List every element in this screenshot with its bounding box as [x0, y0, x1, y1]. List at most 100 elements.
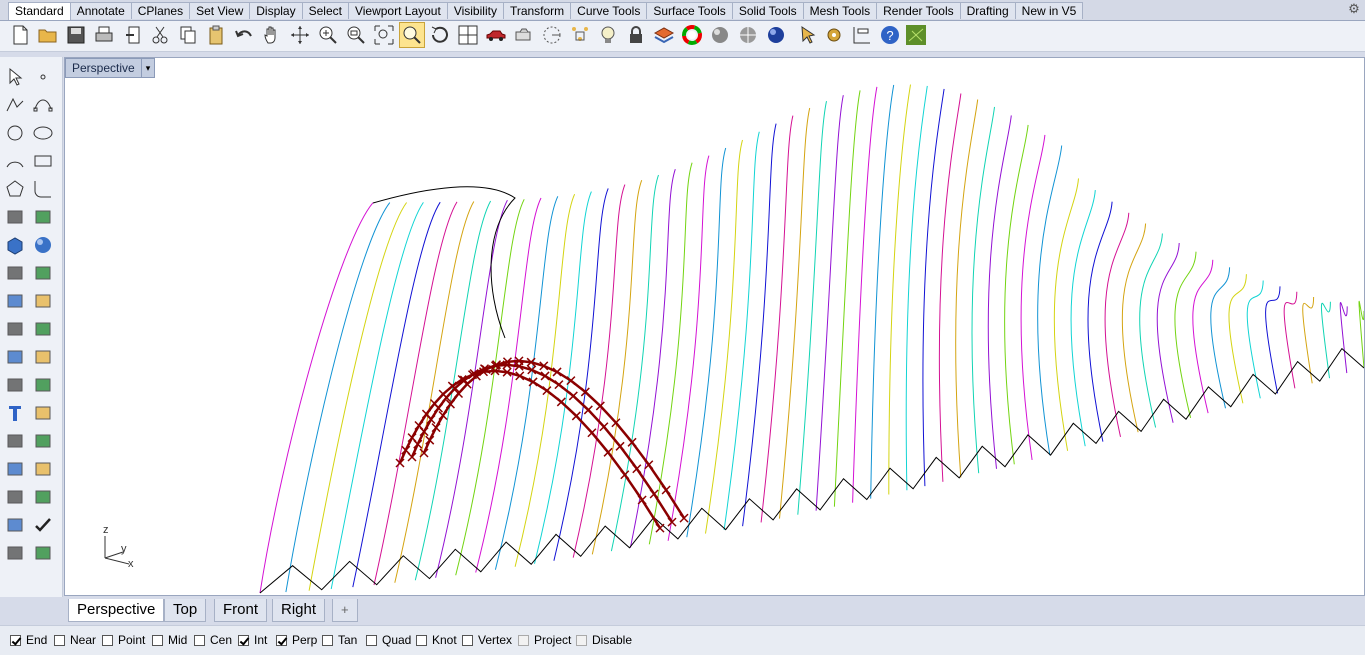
rotate-view-icon[interactable]	[288, 23, 312, 47]
osnap-vertex[interactable]: Vertex	[462, 633, 512, 647]
circle-icon[interactable]	[3, 121, 27, 145]
tab-surface-tools[interactable]: Surface Tools	[646, 2, 733, 19]
control-point-marker[interactable]	[620, 470, 630, 480]
tab-new-in-v5[interactable]: New in V5	[1014, 2, 1084, 19]
control-point-marker[interactable]	[554, 380, 564, 390]
rendered-sphere-icon[interactable]	[736, 23, 760, 47]
surface-isocurve[interactable]	[686, 147, 727, 538]
surface-isocurve[interactable]	[1037, 145, 1063, 456]
surface-isocurve[interactable]	[667, 155, 710, 541]
mouse-cursor-icon[interactable]	[796, 23, 820, 47]
fillet-curve-icon[interactable]	[31, 177, 55, 201]
tab-cplanes[interactable]: CPlanes	[130, 2, 191, 19]
offset-icon[interactable]	[31, 373, 55, 397]
surface-isocurve[interactable]	[1020, 134, 1046, 460]
import-icon[interactable]	[122, 23, 146, 47]
surface-isocurve[interactable]	[852, 86, 878, 503]
surface-isocurve[interactable]	[1087, 201, 1113, 442]
surface-isocurve[interactable]	[888, 84, 911, 495]
osnap-knot[interactable]: Knot	[416, 633, 457, 647]
camera-icon[interactable]	[512, 23, 536, 47]
surface-isocurve[interactable]	[870, 84, 895, 499]
point-icon[interactable]	[31, 65, 55, 89]
check-icon[interactable]	[31, 513, 55, 537]
osnap-tan-checkbox[interactable]	[322, 634, 333, 646]
scale-icon[interactable]	[31, 401, 55, 425]
control-point-marker[interactable]	[542, 386, 552, 396]
surface-isocurve[interactable]	[610, 174, 659, 552]
tab-drafting[interactable]: Drafting	[959, 2, 1016, 19]
control-point-marker[interactable]	[615, 441, 625, 451]
car-named-view-icon[interactable]	[484, 23, 508, 47]
osnap-mid-checkbox[interactable]	[152, 634, 163, 646]
control-point-marker[interactable]	[462, 379, 472, 389]
surface-isocurve[interactable]	[648, 162, 693, 545]
surface-isocurve[interactable]	[833, 90, 861, 507]
osnap-near-checkbox[interactable]	[54, 634, 65, 646]
tab-solid-tools[interactable]: Solid Tools	[731, 2, 804, 19]
group-icon[interactable]	[3, 345, 27, 369]
pan-hand-icon[interactable]	[260, 23, 284, 47]
control-point-marker[interactable]	[595, 401, 605, 411]
trim-icon[interactable]	[31, 289, 55, 313]
light-bulb-icon[interactable]	[596, 23, 620, 47]
osnap-quad[interactable]: Quad	[366, 633, 411, 647]
surface-isocurve[interactable]	[1210, 267, 1231, 409]
tab-visibility[interactable]: Visibility	[446, 2, 504, 19]
text-icon[interactable]	[3, 401, 27, 425]
curve-cp-icon[interactable]	[31, 93, 55, 117]
surface-isocurve[interactable]	[1104, 212, 1130, 438]
split-icon[interactable]	[3, 317, 27, 341]
ellipse-icon[interactable]	[31, 121, 55, 145]
surface-isocurve[interactable]	[1174, 251, 1197, 419]
surface-isocurve[interactable]	[1121, 223, 1147, 433]
control-point-marker[interactable]	[611, 418, 621, 428]
osnap-end-checkbox[interactable]	[10, 634, 21, 646]
surface-isocurve[interactable]	[1004, 124, 1029, 465]
zoom-extents-icon[interactable]	[372, 23, 396, 47]
osnap-int-checkbox[interactable]	[238, 634, 249, 646]
surface-isocurve[interactable]	[1339, 302, 1348, 374]
osnap-cen-checkbox[interactable]	[194, 634, 205, 646]
save-icon[interactable]	[64, 23, 88, 47]
osnap-project-checkbox[interactable]	[518, 634, 529, 646]
dimension-icon[interactable]	[31, 457, 55, 481]
osnap-knot-checkbox[interactable]	[416, 634, 427, 646]
perspective-viewport[interactable]: Perspective ▾ z y x	[64, 57, 1365, 596]
osnap-disable-checkbox[interactable]	[576, 634, 587, 646]
surface-isocurve[interactable]	[394, 201, 475, 583]
orient-icon[interactable]	[31, 485, 55, 509]
layer-icon[interactable]	[652, 23, 676, 47]
surface-isocurve[interactable]	[1053, 178, 1079, 451]
surface-isocurve[interactable]	[779, 107, 811, 519]
pencil-icon[interactable]	[31, 541, 55, 565]
tab-display[interactable]: Display	[249, 2, 303, 19]
grid-array-icon[interactable]	[3, 485, 27, 509]
new-file-icon[interactable]	[8, 23, 32, 47]
tab-perspective[interactable]: Perspective	[68, 599, 165, 622]
selected-curve[interactable]	[422, 359, 686, 519]
surface-isocurve[interactable]	[455, 199, 525, 576]
tab-curve-tools[interactable]: Curve Tools	[570, 2, 648, 19]
color-wheel-icon[interactable]	[680, 23, 704, 47]
osnap-end[interactable]: End	[10, 633, 47, 647]
control-point-marker[interactable]	[571, 411, 581, 421]
tab-right[interactable]: Right	[272, 599, 326, 622]
osnap-int[interactable]: Int	[238, 633, 267, 647]
osnap-perp[interactable]: Perp	[276, 633, 317, 647]
surface-isocurve[interactable]	[494, 196, 559, 570]
control-point-marker[interactable]	[438, 410, 448, 421]
control-point-marker[interactable]	[649, 489, 659, 499]
sphere-icon[interactable]	[31, 233, 55, 257]
viewport-menu-dropdown[interactable]: ▾	[141, 58, 155, 78]
surface-isocurve[interactable]	[1358, 300, 1364, 369]
rectangle-icon[interactable]	[31, 149, 55, 173]
surface-isocurve[interactable]	[797, 100, 827, 515]
osnap-near[interactable]: Near	[54, 633, 96, 647]
control-point-marker[interactable]	[587, 428, 597, 438]
surface-isocurve[interactable]	[742, 123, 777, 527]
control-point-marker[interactable]	[583, 405, 593, 415]
add-viewport-tab-button[interactable]: +	[332, 599, 358, 622]
surface-isocurve[interactable]	[1228, 274, 1247, 404]
ungroup-icon[interactable]	[31, 345, 55, 369]
